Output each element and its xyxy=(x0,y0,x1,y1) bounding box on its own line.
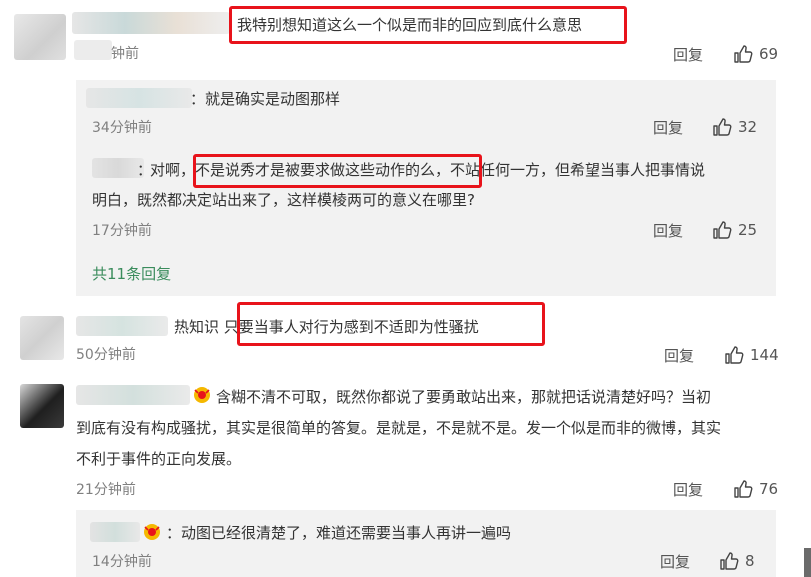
reply-time: 17分钟前 xyxy=(92,223,152,239)
more-replies-link[interactable]: 共11条回复 xyxy=(92,263,171,285)
comment-time: 50分钟前 xyxy=(76,347,136,363)
thumbs-up-icon xyxy=(734,480,753,498)
comment-text-line2: 到底有没有构成骚扰，其实是很简单的答复。是就是，不是就不是。发一个似是而非的微博… xyxy=(76,419,722,437)
comment-text-line1: 含糊不清不可取，既然你都说了要勇敢站出来，那就把话说清楚好吗？当初 xyxy=(216,388,712,406)
reply-text-line2: 明白，既然都决定站出来了，这样模棱两可的意义在哪里? xyxy=(92,191,475,209)
reply-button[interactable]: 回复 xyxy=(660,552,690,572)
like-count: 69 xyxy=(759,45,779,63)
thumbs-up-icon xyxy=(713,118,732,136)
like-count: 144 xyxy=(750,346,779,364)
like-button[interactable]: 8 xyxy=(719,551,755,571)
vip-badge-icon xyxy=(192,386,212,404)
reply-panel xyxy=(76,80,776,296)
reply-button[interactable]: 回复 xyxy=(653,118,683,138)
avatar[interactable] xyxy=(14,14,66,60)
username-blurred[interactable] xyxy=(90,522,140,542)
like-count: 25 xyxy=(738,221,758,239)
comment-time: 21分钟前 xyxy=(76,482,136,498)
reply-time: 14分钟前 xyxy=(92,554,152,570)
highlight-box xyxy=(193,154,482,188)
reply-text: ：动图已经很清楚了，难道还需要当事人再讲一遍吗 xyxy=(166,524,512,542)
highlight-box xyxy=(237,302,545,346)
thumbs-up-icon xyxy=(713,221,732,239)
username-blurred[interactable] xyxy=(72,12,230,34)
reply-text: ：就是确实是动图那样 xyxy=(190,90,341,108)
like-button[interactable]: 32 xyxy=(712,117,757,137)
like-button[interactable]: 25 xyxy=(712,220,757,240)
username-blurred[interactable] xyxy=(86,88,192,108)
comment-text-line3: 不利于事件的正向发展。 xyxy=(76,450,242,468)
thumbs-up-icon xyxy=(725,346,744,364)
vip-badge-icon xyxy=(142,523,162,541)
reply-button[interactable]: 回复 xyxy=(664,346,694,366)
thumbs-up-icon xyxy=(734,45,753,63)
like-count: 76 xyxy=(759,480,779,498)
thumbs-up-icon xyxy=(720,552,739,570)
username-blurred[interactable] xyxy=(76,316,168,336)
time-prefix-blurred xyxy=(74,40,112,60)
reply-time: 34分钟前 xyxy=(92,120,152,136)
avatar[interactable] xyxy=(20,316,64,360)
comment-time: 钟前 xyxy=(111,46,139,62)
like-count: 32 xyxy=(738,118,758,136)
reply-button[interactable]: 回复 xyxy=(653,221,683,241)
scrollbar[interactable] xyxy=(804,548,811,577)
username-blurred[interactable] xyxy=(76,385,190,405)
like-button[interactable]: 69 xyxy=(733,44,778,64)
highlight-box xyxy=(229,6,627,44)
like-button[interactable]: 144 xyxy=(724,345,779,365)
like-button[interactable]: 76 xyxy=(733,479,778,499)
like-count: 8 xyxy=(745,552,755,570)
avatar[interactable] xyxy=(20,384,64,428)
reply-button[interactable]: 回复 xyxy=(673,45,703,65)
reply-button[interactable]: 回复 xyxy=(673,480,703,500)
